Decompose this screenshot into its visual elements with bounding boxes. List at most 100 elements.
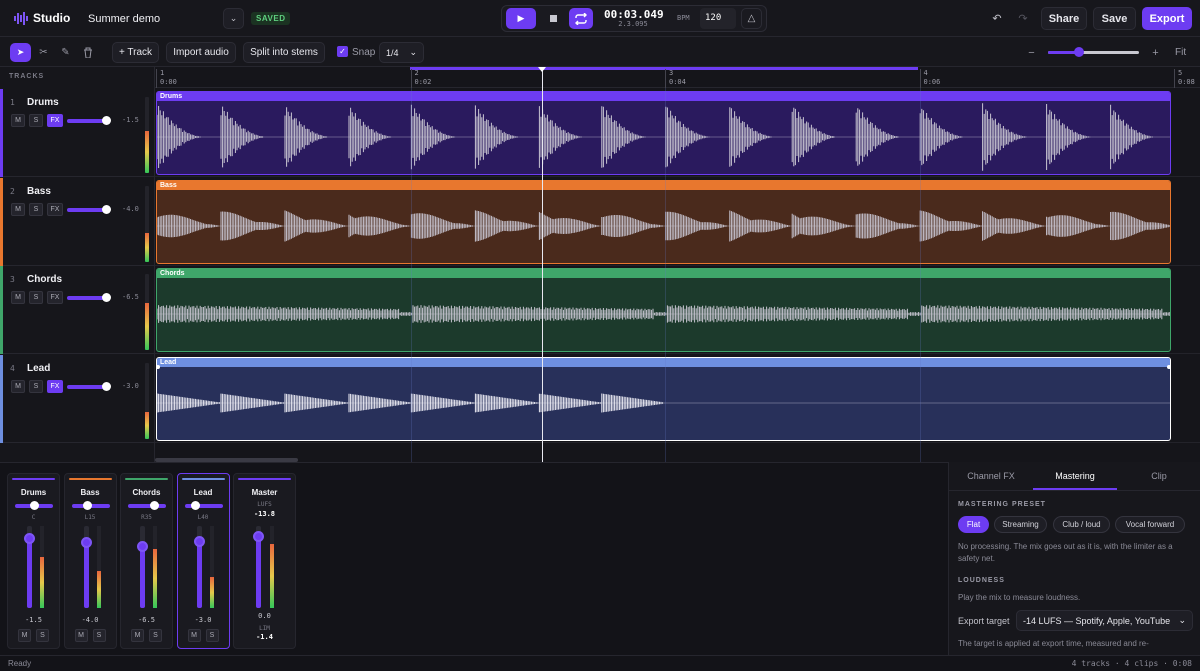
solo-button[interactable]: S	[29, 114, 43, 127]
mixer-strip-drums[interactable]: Drums C -1.5 M S	[7, 473, 60, 649]
undo-button[interactable]: ↶	[987, 8, 1007, 29]
audio-clip-chords[interactable]: Chords	[156, 268, 1171, 352]
track-header-drums[interactable]: 1 Drums M S FX -1.5	[0, 89, 155, 177]
save-button[interactable]: Save	[1093, 7, 1136, 30]
audio-clip-lead[interactable]: Lead	[156, 356, 1171, 441]
audio-clip-drums[interactable]: Drums	[156, 91, 1171, 175]
project-menu-button[interactable]: ⌄	[223, 8, 244, 29]
loop-button[interactable]	[569, 8, 593, 29]
track-name[interactable]: Lead	[27, 363, 50, 374]
solo-button[interactable]: S	[205, 629, 219, 642]
select-tool-button[interactable]: ➤	[10, 43, 31, 62]
export-button[interactable]: Export	[1142, 7, 1192, 30]
track-name[interactable]: Chords	[27, 274, 62, 285]
pan-slider[interactable]	[71, 501, 110, 510]
snap-checkbox[interactable]: ✓	[337, 46, 348, 57]
track-lane[interactable]: Lead	[155, 355, 1200, 443]
fit-button[interactable]: Fit	[1175, 47, 1186, 58]
track-volume-knob[interactable]	[102, 381, 111, 391]
stop-button[interactable]	[542, 8, 564, 29]
clip-trim-handle-right[interactable]	[1167, 364, 1170, 369]
pan-knob[interactable]	[150, 501, 160, 510]
fader-knob[interactable]	[253, 530, 264, 542]
timeline[interactable]: 1 0:00 2 0:02 3 0:04 4 0:06 5 0:08 Drums Bass Chord…	[155, 67, 1200, 462]
preset-streaming[interactable]: Streaming	[994, 516, 1047, 533]
zoom-out-button[interactable]: −	[1022, 43, 1041, 62]
mute-button[interactable]: M	[11, 202, 25, 216]
fader-knob[interactable]	[193, 535, 205, 547]
mute-button[interactable]: M	[11, 379, 25, 393]
solo-button[interactable]: S	[149, 629, 162, 642]
track-volume-knob[interactable]	[102, 116, 111, 125]
zoom-slider[interactable]	[1048, 47, 1139, 57]
pan-knob[interactable]	[82, 501, 92, 510]
pan-slider[interactable]	[128, 501, 166, 510]
mixer-strip-lead[interactable]: Lead L40 -3.0 M S	[176, 473, 230, 649]
track-header-lead[interactable]: 4 Lead M S FX -3.0	[0, 354, 155, 443]
playhead[interactable]	[538, 67, 546, 462]
master-fader[interactable]	[253, 526, 264, 608]
mute-button[interactable]: M	[11, 291, 25, 304]
play-button[interactable]: ▶	[506, 8, 536, 29]
fx-button[interactable]: FX	[47, 202, 63, 216]
track-header-chords[interactable]: 3 Chords M S FX -6.5	[0, 266, 155, 354]
bpm-input[interactable]: 120	[700, 8, 736, 29]
mixer-strip-bass[interactable]: Bass L15 -4.0 M S	[63, 473, 117, 649]
tab-clip[interactable]: Clip	[1117, 462, 1200, 490]
tab-channel-fx[interactable]: Channel FX	[949, 462, 1033, 490]
snap-value-select[interactable]: 1/4 ⌄	[379, 42, 424, 63]
mute-button[interactable]: M	[11, 114, 25, 127]
pan-slider[interactable]	[184, 501, 223, 510]
track-volume-knob[interactable]	[102, 293, 111, 302]
solo-button[interactable]: S	[92, 629, 106, 642]
loop-region[interactable]	[410, 67, 918, 70]
zoom-slider-knob[interactable]	[1074, 47, 1084, 57]
split-stems-button[interactable]: Split into stems	[243, 42, 325, 63]
fader-knob[interactable]	[137, 540, 148, 552]
fx-button[interactable]: FX	[47, 291, 63, 304]
track-volume-slider[interactable]	[67, 381, 111, 391]
export-target-select[interactable]: -14 LUFS — Spotify, Apple, YouTube ⌄	[1016, 610, 1193, 631]
volume-fader[interactable]	[193, 526, 205, 608]
clip-trim-handle-left[interactable]	[157, 364, 160, 369]
volume-fader[interactable]	[80, 526, 92, 608]
volume-fader[interactable]	[137, 526, 148, 608]
mixer-strip-chords[interactable]: Chords R35 -6.5 M S	[120, 473, 173, 649]
pan-slider[interactable]	[15, 501, 53, 510]
track-header-bass[interactable]: 2 Bass M S FX -4.0	[0, 177, 155, 266]
preset-club-loud[interactable]: Club / loud	[1053, 516, 1110, 533]
mute-button[interactable]: M	[187, 629, 201, 642]
redo-button[interactable]: ↷	[1013, 8, 1033, 29]
add-track-button[interactable]: + Track	[112, 42, 159, 63]
zoom-in-button[interactable]: +	[1146, 43, 1165, 62]
preset-vocal-forward[interactable]: Vocal forward	[1115, 516, 1185, 533]
volume-fader[interactable]	[24, 526, 35, 608]
preset-flat[interactable]: Flat	[958, 516, 989, 533]
mixer-strip-master[interactable]: Master LUFS -13.8 0.0 LIM -1.4	[233, 473, 296, 649]
draw-tool-button[interactable]: ✎	[56, 43, 75, 62]
fx-button[interactable]: FX	[47, 379, 63, 393]
cut-tool-button[interactable]: ✂	[34, 43, 53, 62]
tab-mastering[interactable]: Mastering	[1033, 462, 1117, 490]
track-name[interactable]: Bass	[27, 186, 51, 197]
import-audio-button[interactable]: Import audio	[166, 42, 236, 63]
track-lane[interactable]: Bass	[155, 178, 1200, 266]
track-lane[interactable]: Drums	[155, 89, 1200, 177]
audio-clip-bass[interactable]: Bass	[156, 179, 1171, 264]
pan-knob[interactable]	[29, 501, 39, 510]
track-volume-slider[interactable]	[67, 293, 111, 302]
mute-button[interactable]: M	[131, 629, 144, 642]
share-button[interactable]: Share	[1041, 7, 1087, 30]
solo-button[interactable]: S	[29, 379, 43, 393]
solo-button[interactable]: S	[29, 291, 43, 304]
fx-button[interactable]: FX	[47, 114, 63, 127]
solo-button[interactable]: S	[29, 202, 43, 216]
fader-knob[interactable]	[24, 533, 35, 545]
delete-tool-button[interactable]	[78, 43, 97, 62]
time-ruler[interactable]: 1 0:00 2 0:02 3 0:04 4 0:06 5 0:08	[155, 67, 1200, 88]
metronome-button[interactable]: △	[741, 8, 762, 29]
track-volume-slider[interactable]	[67, 116, 111, 125]
playhead-handle[interactable]	[538, 67, 546, 72]
project-title[interactable]: Summer demo	[88, 13, 160, 25]
pan-knob[interactable]	[191, 501, 201, 510]
